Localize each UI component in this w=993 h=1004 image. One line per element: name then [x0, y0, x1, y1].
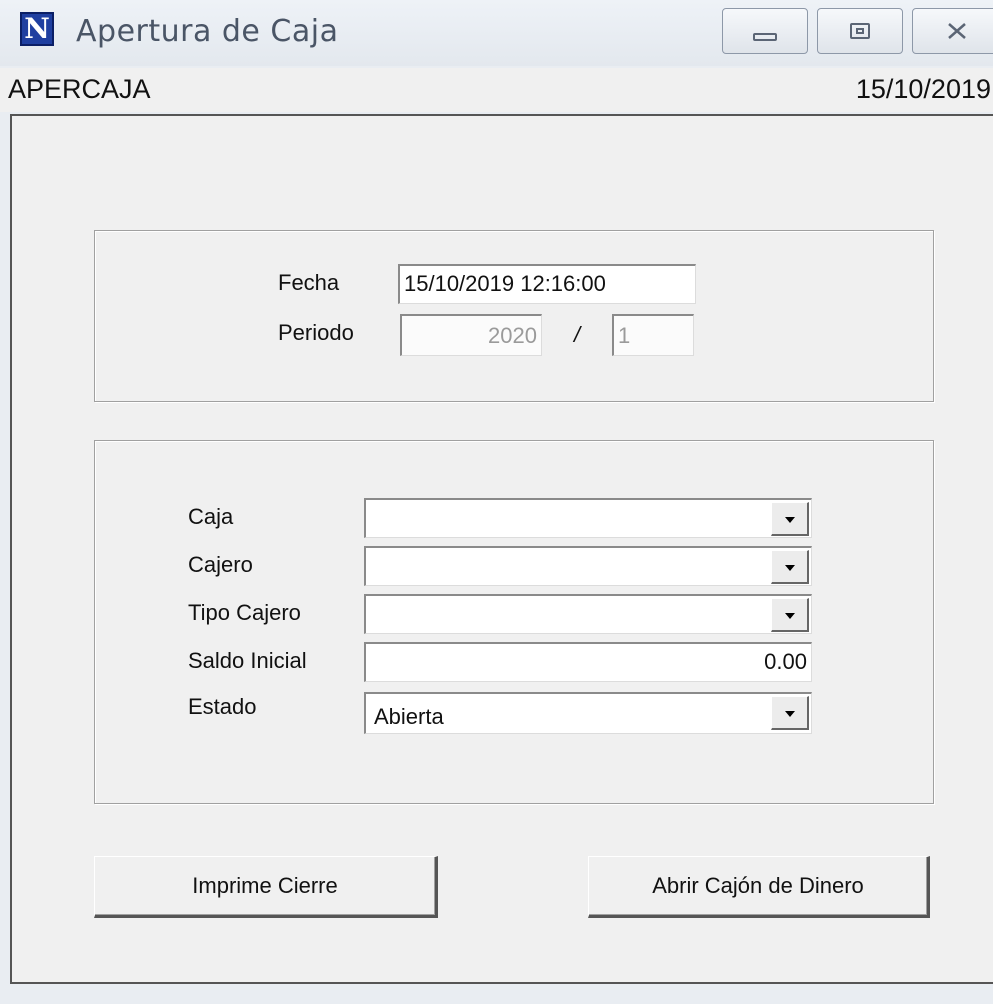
close-button[interactable] [912, 8, 993, 54]
estado-value: Abierta [374, 704, 444, 729]
maximize-icon [850, 23, 870, 39]
main-panel: Fecha 15/10/2019 12:16:00 Periodo 2020 /… [10, 114, 993, 984]
cajero-label: Cajero [188, 552, 253, 577]
periodo-label: Periodo [278, 320, 354, 345]
estado-select[interactable]: Abierta [364, 692, 812, 734]
imprime-cierre-button[interactable]: Imprime Cierre [94, 856, 438, 918]
periodo-year-field[interactable]: 2020 [400, 314, 542, 356]
maximize-button[interactable] [817, 8, 903, 54]
cajero-select[interactable] [364, 546, 812, 586]
chevron-down-icon[interactable] [771, 502, 809, 536]
periodo-separator: / [574, 322, 581, 347]
fecha-field[interactable]: 15/10/2019 12:16:00 [398, 264, 696, 304]
estado-label: Estado [188, 694, 257, 719]
header-date: 15/10/2019 [855, 74, 991, 104]
minimize-button[interactable] [722, 8, 808, 54]
window: N Apertura de Caja APERCAJA 15/10/2019 F… [0, 0, 993, 1004]
tipo-cajero-select[interactable] [364, 594, 812, 634]
close-icon [948, 23, 966, 39]
app-icon[interactable]: N [20, 12, 54, 46]
title-bar[interactable]: N Apertura de Caja [0, 0, 993, 66]
chevron-down-icon[interactable] [771, 598, 809, 632]
saldo-inicial-label: Saldo Inicial [188, 648, 307, 673]
chevron-down-icon[interactable] [771, 696, 809, 730]
tipo-cajero-label: Tipo Cajero [188, 600, 301, 625]
fecha-label: Fecha [278, 270, 340, 295]
abrir-cajon-button[interactable]: Abrir Cajón de Dinero [588, 856, 930, 918]
chevron-down-icon[interactable] [771, 550, 809, 584]
form-code: APERCAJA [8, 74, 151, 104]
form-header: APERCAJA 15/10/2019 [0, 68, 993, 112]
window-title: Apertura de Caja [76, 14, 339, 49]
minimize-icon [753, 33, 777, 41]
periodo-number-field[interactable]: 1 [612, 314, 694, 356]
saldo-inicial-field[interactable]: 0.00 [364, 642, 812, 682]
caja-label: Caja [188, 504, 234, 529]
caja-select[interactable] [364, 498, 812, 538]
